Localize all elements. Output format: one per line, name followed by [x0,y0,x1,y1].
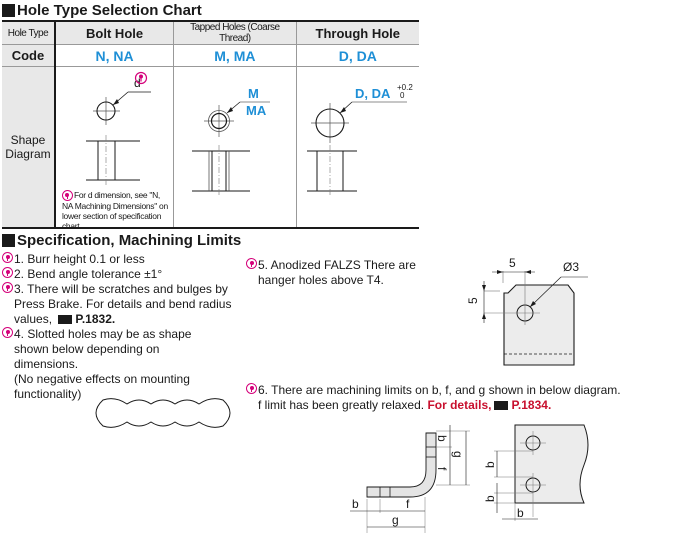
spec-title: Specification, Machining Limits [2,232,241,249]
plate-limit-diagram: b b b [483,424,589,521]
through-hole-diagram: D, DA +0.2 0 [306,83,413,197]
through-dim-label: D, DA [355,86,391,101]
bend-label-f-h: f [406,497,410,511]
plate-label-b3: b [517,506,524,520]
table-shape-row: Shape Diagram d For d dimension, see "N,… [2,66,419,232]
header-hole-type: Hole Type [2,20,56,45]
bolt-dim-note: For d dimension, see "N, NA Machining Di… [61,190,168,232]
hanger-dim-v: 5 [466,297,480,304]
pin-icon [61,190,73,202]
hanger-dim-hole: Ø3 [563,260,579,274]
header-through-hole: Through Hole [295,20,419,45]
code-label: Code [2,44,56,67]
bend-label-b-v: b [435,435,449,442]
tapped-dim-ma: MA [246,103,267,118]
slotted-hole-diagram [95,398,231,428]
pin-icon [246,383,257,394]
header-tapped-holes: Tapped Holes (Coarse Thread) [173,20,297,45]
plate-label-b1: b [483,461,497,468]
spec-item-1: 1. Burr height 0.1 or less [2,252,234,267]
ref-link-p1834[interactable]: P.1834. [511,398,551,412]
bend-limit-diagram: b f g b f g [350,425,470,533]
through-tol-lower: 0 [400,91,405,100]
pin-icon [2,282,13,293]
table-header-row: Hole Type Bolt Hole Tapped Holes (Coarse… [2,20,419,45]
spec-item-3: 3. There will be scratches and bulges by… [2,282,234,327]
spec-item-6: 6. There are machining limits on b, f, a… [246,383,626,413]
shape-tapped-cell: M MA [173,66,297,229]
code-tapped: M, MA [173,44,297,67]
bend-label-g-v: g [451,451,465,458]
hanger-hole-diagram: 5 5 Ø3 [466,256,588,366]
section-marker-icon [2,234,15,247]
catalog-ref-icon [494,401,509,411]
hanger-dim-h: 5 [509,256,516,270]
header-bolt-hole: Bolt Hole [54,20,174,45]
shape-bolt-cell: d For d dimension, see "N, NA Machining … [54,66,174,232]
code-through: D, DA [295,44,419,67]
hole-type-table: Hole Type Bolt Hole Tapped Holes (Coarse… [2,20,419,232]
pin-icon [2,267,13,278]
shape-label: Shape Diagram [2,66,56,229]
bend-label-f-v: f [435,467,449,471]
tapped-dim-m: M [248,86,259,101]
pin-icon [246,258,257,269]
spec-item-4: 4. Slotted holes may be as shape shown b… [2,327,212,402]
spec-item-2: 2. Bend angle tolerance ±1° [2,267,234,282]
section-marker-icon [2,4,15,17]
plate-label-b2: b [483,495,497,502]
spec-list-left: 1. Burr height 0.1 or less 2. Bend angle… [2,252,234,402]
spec-item-5: 5. Anodized FALZS There are hanger holes… [246,258,426,288]
bend-label-g-h: g [392,513,399,527]
table-code-row: Code N, NA M, MA D, DA [2,44,419,67]
ref-link-p1832[interactable]: P.1832. [75,312,115,326]
pin-icon [2,327,13,338]
bend-label-b-h: b [352,497,359,511]
catalog-ref-icon [58,315,73,325]
code-bolt: N, NA [54,44,174,67]
tapped-hole-diagram: M MA [192,86,271,197]
hole-chart-title: Hole Type Selection Chart [2,2,202,19]
pin-icon [2,252,13,263]
shape-through-cell: D, DA +0.2 0 [295,66,419,229]
